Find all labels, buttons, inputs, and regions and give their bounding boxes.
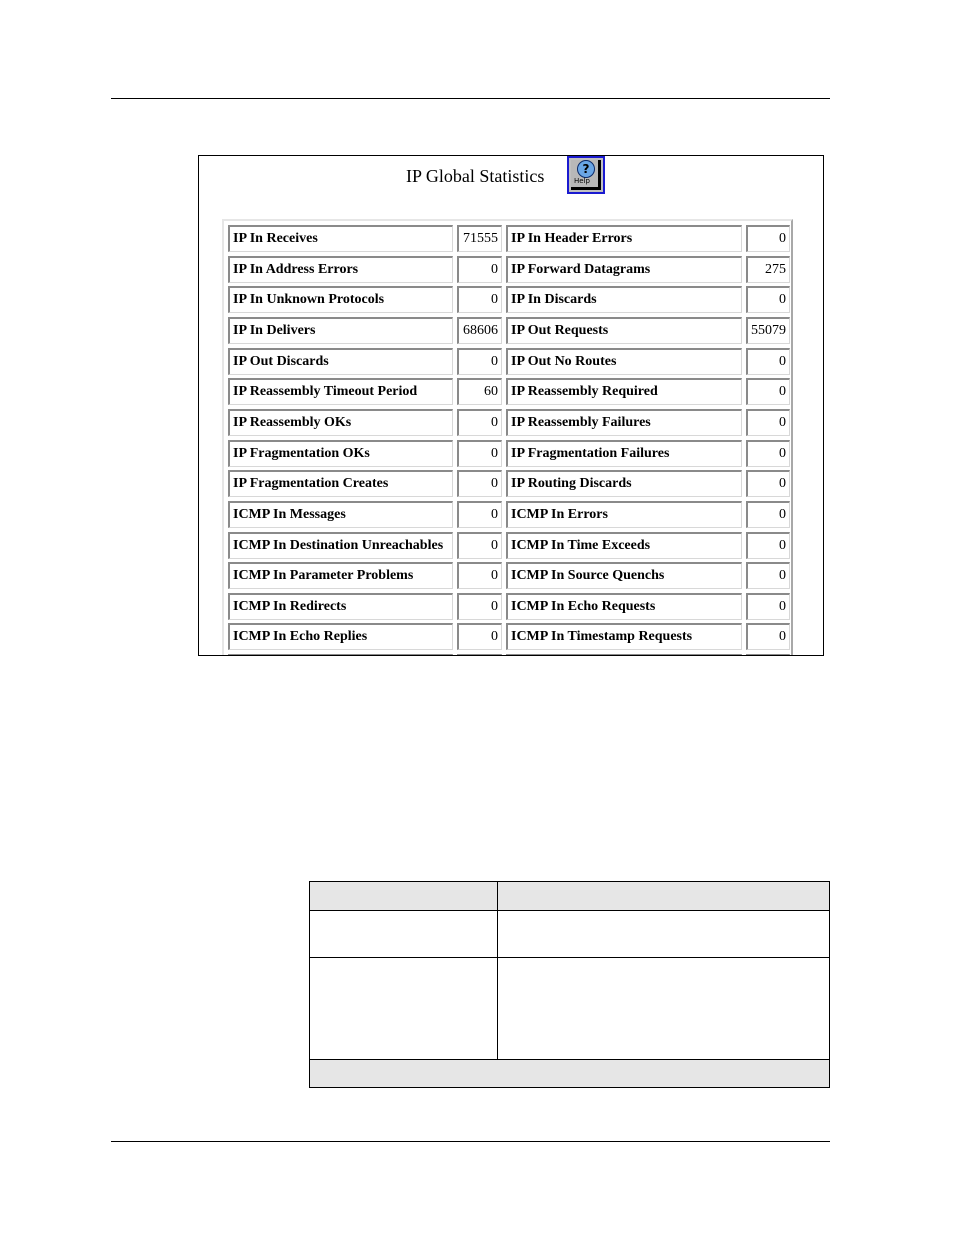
stats-table: IP In Receives 71555 IP In Header Errors 0 I… (222, 219, 793, 655)
stat-value: 68606 (457, 316, 502, 344)
stat-label: IP In Discards (506, 286, 742, 314)
stat-value: 0 (457, 470, 502, 498)
stat-label: IP Out Discards (228, 347, 453, 375)
table-row (309, 910, 830, 958)
stat-label: ICMP In Source Quenchs (506, 562, 742, 590)
table-row (309, 957, 830, 1060)
table-cell (497, 957, 830, 1060)
stat-value: 0 (457, 500, 502, 528)
stat-label: ICMP In Parameter Problems (228, 562, 453, 590)
stat-label: ICMP In Echo Requests (506, 592, 742, 620)
stat-label: IP Reassembly Failures (506, 408, 742, 436)
stat-value: 0 (457, 408, 502, 436)
stat-value: 0 (457, 623, 502, 651)
stat-label: ICMP In Echo Replies (228, 623, 453, 651)
stat-value: 60 (457, 378, 502, 406)
stat-label: IP Fragmentation OKs (228, 439, 453, 467)
table-header-cell (309, 881, 498, 911)
stat-value: 0 (746, 470, 790, 498)
table-cell (309, 910, 498, 958)
stat-label: IP In Header Errors (506, 225, 742, 252)
stat-value: 0 (746, 408, 790, 436)
stat-value: 0 (457, 255, 502, 283)
stat-value: 0 (457, 562, 502, 590)
stat-value: 0 (746, 378, 790, 406)
stat-label: ICMP In Errors (506, 500, 742, 528)
help-label: Help (574, 177, 590, 185)
stat-value: 55079 (746, 316, 790, 344)
ip-global-statistics-window: IP Global Statistics ? Help IP In Receiv… (198, 155, 824, 656)
stat-label: IP In Delivers (228, 316, 453, 344)
stat-value: 0 (746, 439, 790, 467)
stat-label: IP In Unknown Protocols (228, 286, 453, 314)
stat-value: 0 (746, 623, 790, 651)
table-footer (309, 1059, 830, 1088)
table-footer-row (309, 1059, 830, 1088)
stat-label: ICMP In Redirects (228, 592, 453, 620)
stat-label (228, 654, 453, 655)
stat-value: 0 (746, 592, 790, 620)
stat-label: IP Routing Discards (506, 470, 742, 498)
stat-value: 0 (457, 286, 502, 314)
stat-label: IP In Address Errors (228, 255, 453, 283)
stat-label: IP Out Requests (506, 316, 742, 344)
table-cell (497, 910, 830, 958)
stat-label: IP Reassembly Required (506, 378, 742, 406)
stat-value: 0 (746, 562, 790, 590)
stat-label: ICMP In Time Exceeds (506, 531, 742, 559)
question-mark-icon: ? (577, 160, 595, 178)
stat-value: 0 (457, 439, 502, 467)
page-footer-rule (111, 1141, 830, 1142)
stat-value: 0 (457, 592, 502, 620)
page-header-rule (111, 98, 830, 99)
help-button[interactable]: ? Help (567, 156, 605, 194)
stat-label: IP Forward Datagrams (506, 255, 742, 283)
stat-label: IP In Receives (228, 225, 453, 252)
stat-label: IP Fragmentation Creates (228, 470, 453, 498)
page-title: IP Global Statistics (406, 166, 545, 186)
stat-value: 0 (746, 225, 790, 252)
stat-value: 0 (746, 347, 790, 375)
stat-value: 0 (457, 347, 502, 375)
stat-value: 0 (457, 531, 502, 559)
title-row: IP Global Statistics ? Help (199, 156, 823, 200)
stat-value: 0 (746, 286, 790, 314)
stat-value (746, 654, 790, 655)
stat-label: IP Reassembly Timeout Period (228, 378, 453, 406)
stat-label: IP Out No Routes (506, 347, 742, 375)
stat-label: IP Fragmentation Failures (506, 439, 742, 467)
stat-label: ICMP In Destination Unreachables (228, 531, 453, 559)
stat-value: 0 (746, 531, 790, 559)
table-header-cell (497, 881, 830, 911)
table-cell (309, 957, 498, 1060)
stat-value: 71555 (457, 225, 502, 252)
description-table (309, 881, 830, 1088)
stat-label: ICMP In Messages (228, 500, 453, 528)
stat-value: 275 (746, 255, 790, 283)
stat-label: IP Reassembly OKs (228, 408, 453, 436)
stat-value: 0 (746, 500, 790, 528)
stat-value (457, 654, 502, 655)
stat-label (506, 654, 742, 655)
stat-label: ICMP In Timestamp Requests (506, 623, 742, 651)
